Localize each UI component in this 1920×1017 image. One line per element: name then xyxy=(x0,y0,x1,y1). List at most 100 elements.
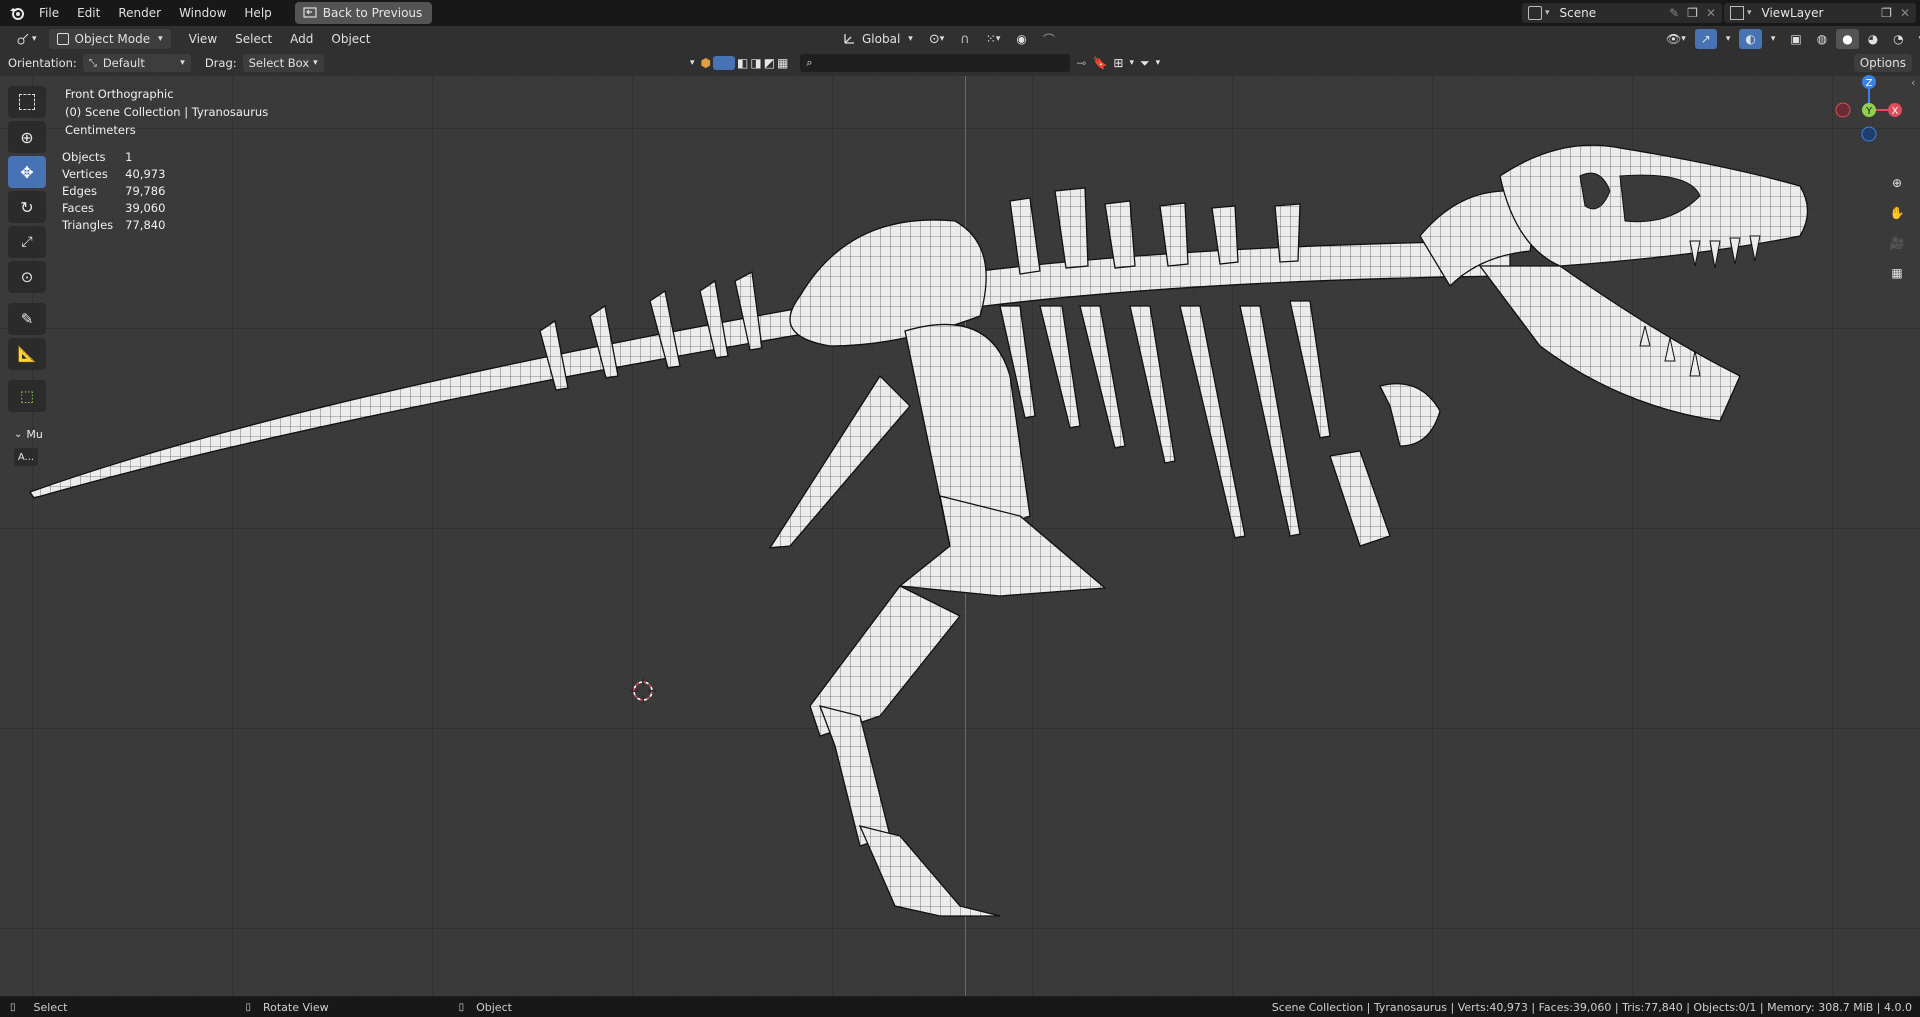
menu-file[interactable]: File xyxy=(30,0,68,26)
back-to-previous-button[interactable]: Back to Previous xyxy=(294,2,433,24)
sidebar-toggle-icon[interactable]: ‹ xyxy=(1911,76,1920,89)
search-icon: ⌕ xyxy=(806,56,813,69)
back-to-previous-label: Back to Previous xyxy=(322,6,423,20)
menu-select[interactable]: Select xyxy=(229,29,278,49)
menu-render[interactable]: Render xyxy=(109,0,170,26)
gizmo-dropdown[interactable]: ▾ xyxy=(1720,29,1737,49)
axis-neg-x-icon xyxy=(1835,102,1851,118)
proportional-icon: ◉ xyxy=(1016,32,1027,46)
close-icon[interactable]: ✕ xyxy=(1900,6,1910,20)
overlays-dropdown[interactable]: ▾ xyxy=(1765,29,1782,49)
scene-selector[interactable]: ▾ Scene ✎ ❐ ✕ xyxy=(1522,3,1722,23)
cursor-icon[interactable]: ⊕ xyxy=(8,121,46,153)
transform-icon[interactable]: ⊙ xyxy=(8,261,46,293)
menu-object[interactable]: Object xyxy=(325,29,376,49)
shading-material-button[interactable]: ◕ xyxy=(1862,29,1884,49)
filter-funnel-icon[interactable]: ⏷ xyxy=(1140,56,1150,71)
select-box-mode-button[interactable] xyxy=(713,56,736,70)
add-cube-icon[interactable]: ⬚ xyxy=(8,380,46,412)
measure-icon[interactable]: 📐 xyxy=(8,338,46,370)
editor-type-button[interactable]: ▾ xyxy=(10,29,43,49)
menu-add[interactable]: Add xyxy=(284,29,319,49)
snap-toggle[interactable]: ∩ xyxy=(954,29,976,49)
menu-view[interactable]: View xyxy=(183,29,223,49)
menu-window[interactable]: Window xyxy=(170,0,235,26)
mouse-middle-icon: ▯ xyxy=(245,1001,251,1013)
scene-name[interactable]: Scene xyxy=(1560,6,1670,20)
pin-icon[interactable]: ✎ xyxy=(1669,6,1679,20)
bookmark-icon[interactable]: 🔖 xyxy=(1092,56,1107,70)
shading-rendered-button[interactable]: ◔ xyxy=(1887,29,1909,49)
solid-sphere-icon: ● xyxy=(1842,32,1853,46)
orientation-dropdown[interactable]: ⤡ Default ▾ xyxy=(82,54,191,72)
last-operator-button[interactable]: A... xyxy=(14,448,38,466)
last-operator-label: A... xyxy=(17,451,35,463)
new-view-layer-icon[interactable]: ❐ xyxy=(1881,6,1892,20)
chevron-down-icon[interactable]: ▾ xyxy=(1129,58,1134,68)
menu-help[interactable]: Help xyxy=(235,0,280,26)
scale-icon[interactable]: ⤢ xyxy=(8,226,46,258)
axis-y-label: Y xyxy=(1865,106,1873,117)
grid-perspective-icon[interactable]: ▦ xyxy=(1885,261,1909,285)
mode-selector[interactable]: Object Mode ▾ xyxy=(48,29,171,49)
chevron-down-icon: ▾ xyxy=(180,58,185,68)
shading-wireframe-button[interactable]: ◍ xyxy=(1811,29,1833,49)
pivot-icon: ⊙ xyxy=(928,31,940,47)
object-types-icon[interactable]: ⬢ xyxy=(701,56,711,70)
blender-logo-icon[interactable] xyxy=(4,0,30,26)
scene-icon xyxy=(1528,6,1542,20)
visibility-selector[interactable]: 👁 ▾ xyxy=(1660,29,1692,49)
select-extend-icon[interactable]: ◧ xyxy=(737,56,748,70)
overlays-toggle[interactable]: ◐ xyxy=(1739,29,1762,49)
select-intersect-icon[interactable]: ▦ xyxy=(777,56,788,70)
chevron-down-icon[interactable]: ▾ xyxy=(690,58,695,68)
shading-dropdown[interactable]: ▾ xyxy=(1913,29,1920,49)
status-object: Object xyxy=(476,1000,512,1014)
tyrannosaurus-skeleton-mesh[interactable] xyxy=(0,76,1920,996)
xray-toggle[interactable]: ▣ xyxy=(1784,29,1807,49)
zoom-icon[interactable]: ⊕ xyxy=(1885,171,1909,195)
drag-dropdown[interactable]: Select Box ▾ xyxy=(242,54,324,72)
proportional-edit-toggle[interactable]: ◉ xyxy=(1010,29,1032,49)
search-input[interactable]: ⌕ xyxy=(800,54,1071,72)
select-subtract-icon[interactable]: ◨ xyxy=(750,56,761,70)
new-scene-icon[interactable]: ❐ xyxy=(1687,6,1698,20)
snap-target-selector[interactable]: ⁙ ▾ xyxy=(980,29,1007,49)
chevron-down-icon[interactable]: ▾ xyxy=(1156,58,1161,68)
view-layer-icon xyxy=(1730,6,1744,20)
mouse-right-icon: ▯ xyxy=(458,1001,465,1013)
status-scene-stats: Scene Collection | Tyranosaurus | Verts:… xyxy=(1271,1000,1912,1014)
mode-label: Object Mode xyxy=(74,32,151,46)
gizmo-toggle[interactable]: ↗ xyxy=(1694,29,1717,49)
falloff-curve-icon: ⌒ xyxy=(1042,32,1055,47)
status-bar: ▯ Select ▯ Rotate View ▯ Object Scene Co… xyxy=(0,997,1920,1017)
navigation-gizmo[interactable]: Z X Y xyxy=(1829,70,1909,150)
transform-orientation-selector[interactable]: Global ▾ xyxy=(836,29,919,49)
3d-viewport[interactable]: Front Orthographic (0) Scene Collection … xyxy=(0,75,1920,996)
3d-cursor-icon[interactable] xyxy=(629,677,657,705)
filter-toggle-icon[interactable]: ⊸ xyxy=(1076,56,1086,70)
select-box-icon[interactable] xyxy=(8,86,46,118)
xray-icon: ▣ xyxy=(1790,32,1802,46)
chevron-down-icon: ⌄ xyxy=(14,429,23,440)
view-layer-name[interactable]: ViewLayer xyxy=(1762,6,1882,20)
shading-solid-button[interactable]: ● xyxy=(1836,29,1859,49)
chevron-down-icon: ▾ xyxy=(1545,8,1550,18)
select-invert-icon[interactable]: ◩ xyxy=(764,56,775,70)
annotate-icon[interactable]: ✎ xyxy=(8,303,46,335)
pivot-point-selector[interactable]: ⊙ ▾ xyxy=(923,29,950,49)
close-icon[interactable]: ✕ xyxy=(1706,6,1716,20)
move-icon[interactable]: ✥ xyxy=(8,156,46,188)
orientation-value: Default xyxy=(102,56,145,70)
falloff-selector[interactable]: ⌒ xyxy=(1037,29,1061,49)
view-layer-selector[interactable]: ▾ ViewLayer ❐ ✕ xyxy=(1724,3,1916,23)
gizmo-icon: ↗ xyxy=(1700,32,1711,46)
last-operator-panel-toggle[interactable]: ⌄ Mu xyxy=(14,428,43,441)
orientation-label: Orientation: xyxy=(8,56,77,70)
camera-icon[interactable]: 🎥 xyxy=(1885,231,1909,255)
pan-hand-icon[interactable]: ✋ xyxy=(1885,201,1909,225)
rotate-icon[interactable]: ↻ xyxy=(8,191,46,223)
orientation-axes-icon xyxy=(844,34,854,44)
sort-icon[interactable]: ⊞ xyxy=(1113,56,1123,70)
menu-edit[interactable]: Edit xyxy=(68,0,109,26)
